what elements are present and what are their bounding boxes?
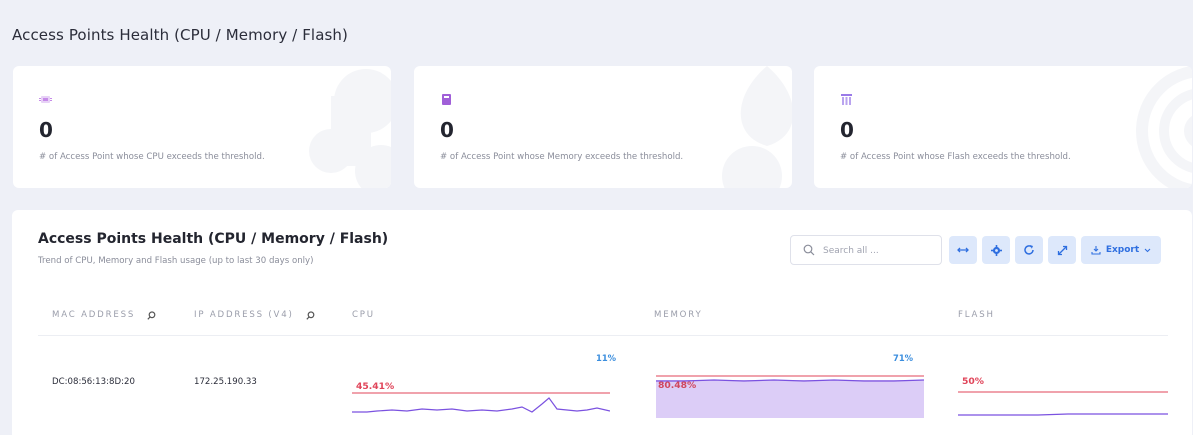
memory-exceed-count: 0 <box>440 118 454 142</box>
memory-sparkline[interactable] <box>654 372 924 418</box>
settings-gear-icon <box>990 244 1002 256</box>
card-decoration-icon <box>1136 66 1192 188</box>
cpu-exceed-description: # of Access Point whose CPU exceeds the … <box>39 152 265 162</box>
column-header-label: FLASH <box>958 310 995 320</box>
refresh-icon <box>1024 245 1034 255</box>
fullscreen-button[interactable] <box>1048 236 1076 264</box>
column-search-icon[interactable] <box>306 310 315 320</box>
resize-columns-icon <box>957 247 969 253</box>
column-header-label: MEMORY <box>654 310 703 320</box>
export-download-icon <box>1091 246 1101 255</box>
column-search-icon[interactable] <box>147 310 156 320</box>
memory-exceed-description: # of Access Point whose Memory exceeds t… <box>440 152 684 162</box>
refresh-button[interactable] <box>1015 236 1043 264</box>
cpu-chip-icon <box>39 96 52 103</box>
column-header-label: IP ADDRESS (V4) <box>194 310 294 320</box>
settings-button[interactable] <box>982 236 1010 264</box>
row-ip-address: 172.25.190.33 <box>194 377 257 387</box>
resize-columns-button[interactable] <box>949 236 977 264</box>
cpu-threshold-card: 0 # of Access Point whose CPU exceeds th… <box>13 66 391 188</box>
export-button[interactable]: Export <box>1081 236 1161 264</box>
column-header-cpu[interactable]: CPU <box>352 310 375 320</box>
flash-sparkline[interactable] <box>958 388 1168 418</box>
search-box[interactable] <box>790 235 942 265</box>
flash-threshold-card: 0 # of Access Point whose Flash exceeds … <box>814 66 1192 188</box>
column-header-ip[interactable]: IP ADDRESS (V4) <box>194 310 315 320</box>
flash-exceed-count: 0 <box>840 118 854 142</box>
memory-card-icon <box>442 94 451 105</box>
panel-subtitle: Trend of CPU, Memory and Flash usage (up… <box>38 256 314 266</box>
column-header-memory[interactable]: MEMORY <box>654 310 703 320</box>
memory-threshold-card: 0 # of Access Point whose Memory exceeds… <box>414 66 792 188</box>
column-header-label: CPU <box>352 310 375 320</box>
column-header-mac[interactable]: MAC ADDRESS <box>52 310 156 320</box>
card-decoration-icon <box>309 69 391 188</box>
search-icon <box>803 244 815 256</box>
card-decoration-icon <box>722 66 792 188</box>
column-header-flash[interactable]: FLASH <box>958 310 995 320</box>
panel-title: Access Points Health (CPU / Memory / Fla… <box>38 231 389 247</box>
chevron-down-icon <box>1144 248 1151 252</box>
export-label: Export <box>1105 245 1140 255</box>
header-divider <box>38 335 1168 336</box>
flash-threshold-value: 50% <box>962 376 984 387</box>
health-table-panel: Access Points Health (CPU / Memory / Fla… <box>12 210 1192 435</box>
flash-storage-icon <box>841 94 852 105</box>
flash-exceed-description: # of Access Point whose Flash exceeds th… <box>840 152 1071 162</box>
search-input[interactable] <box>823 242 933 260</box>
cpu-exceed-count: 0 <box>39 118 53 142</box>
row-mac-address: DC:08:56:13:8D:20 <box>52 377 135 387</box>
cpu-sparkline[interactable] <box>352 390 610 418</box>
fullscreen-icon <box>1057 245 1067 255</box>
column-header-label: MAC ADDRESS <box>52 310 136 320</box>
memory-current-value: 71% <box>893 353 914 363</box>
page-title: Access Points Health (CPU / Memory / Fla… <box>12 26 348 44</box>
cpu-current-value: 11% <box>596 353 617 363</box>
memory-threshold-value: 80.48% <box>658 380 697 391</box>
